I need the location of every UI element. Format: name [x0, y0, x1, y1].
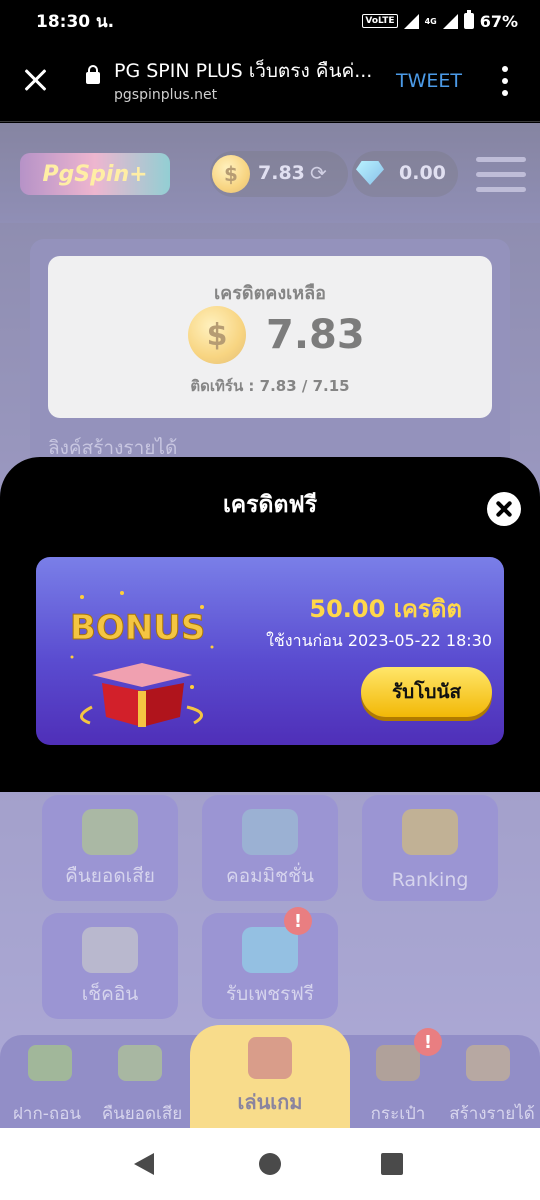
bonus-amount: 50.00 เครดิต [309, 595, 462, 623]
more-vert-icon[interactable] [501, 66, 509, 96]
close-icon[interactable] [22, 66, 50, 94]
system-nav-bar [0, 1128, 540, 1200]
bonus-expire-text: ใช้งานก่อน 2023-05-22 18:30 [266, 631, 492, 650]
signal-icon [403, 13, 419, 29]
modal-title: เครดิตฟรี [222, 492, 318, 518]
recents-icon[interactable] [381, 1153, 403, 1175]
status-icons: VoLTE 4G 67% [362, 10, 518, 31]
volte-icon: VoLTE [362, 14, 398, 28]
network-type-label: 4G [424, 16, 437, 26]
claim-bonus-button[interactable]: รับโบนัส [361, 667, 492, 717]
bonus-card: BONUS 50.00 เครดิต ใช้งานก่อน 2023-05-22… [36, 557, 504, 745]
page-title: PG SPIN PLUS เว็บตรง คืนค่... [114, 60, 373, 82]
page-url[interactable]: pgspinplus.net [114, 87, 217, 103]
tweet-button[interactable]: TWEET [396, 70, 462, 92]
gift-box-icon: BONUS [70, 591, 214, 727]
lock-icon [86, 65, 100, 84]
back-icon[interactable] [134, 1153, 154, 1175]
battery-icon [463, 10, 474, 29]
bonus-art-text: BONUS [70, 608, 205, 648]
close-icon[interactable] [487, 492, 521, 526]
status-bar: 18:30 น. VoLTE 4G 67% [0, 0, 540, 42]
signal-icon-2 [442, 13, 458, 29]
browser-toolbar: PG SPIN PLUS เว็บตรง คืนค่... pgspinplus… [0, 42, 540, 122]
battery-percent: 67% [479, 11, 518, 31]
status-time: 18:30 น. [36, 11, 115, 32]
home-icon[interactable] [259, 1153, 281, 1175]
free-credit-modal: เครดิตฟรี BONUS 50.00 เครดิต ใช้งานก่อน … [0, 457, 540, 792]
